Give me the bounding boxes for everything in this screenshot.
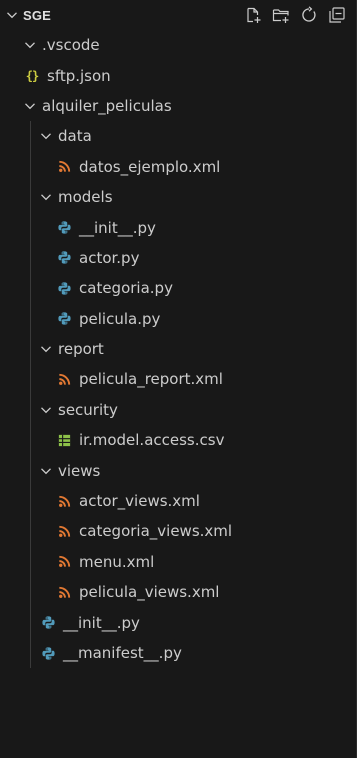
file-item-actor-py[interactable]: actor.py [0,243,356,273]
file-item-pelicula-report-xml[interactable]: pelicula_report.xml [0,364,356,394]
file-name: __init__.py [63,613,140,632]
refresh-button[interactable] [298,4,320,26]
folder-name: data [58,127,92,146]
folder-item-data[interactable]: data [0,121,356,151]
file-name: datos_ejemplo.xml [79,157,221,176]
collapse-all-button[interactable] [326,4,348,26]
file-item-actor-views-xml[interactable]: actor_views.xml [0,486,356,516]
rss-xml-icon [56,159,72,175]
python-file-icon [40,615,56,631]
file-item-ir-model-access-csv[interactable]: ir.model.access.csv [0,425,356,455]
folder-item-vscode[interactable]: .vscode [0,30,356,60]
chevron-down-icon[interactable] [38,463,54,479]
rss-xml-icon [56,584,72,600]
folder-item-alquiler-peliculas[interactable]: alquiler_peliculas [0,91,356,121]
python-file-icon [56,311,72,327]
explorer-actions [242,4,356,26]
indent-guide [30,121,31,669]
file-item-categoria-py[interactable]: categoria.py [0,273,356,303]
file-name: actor_views.xml [79,492,200,511]
new-file-icon [247,7,261,23]
file-item-menu-xml[interactable]: menu.xml [0,547,356,577]
file-item-init-py[interactable]: __init__.py [0,607,356,637]
folder-name: views [58,461,101,480]
folder-name: security [58,400,118,419]
folder-item-views[interactable]: views [0,455,356,485]
python-file-icon [56,280,72,296]
folder-item-report[interactable]: report [0,334,356,364]
folder-name: report [58,340,104,359]
python-file-icon [56,220,72,236]
folder-item-models[interactable]: models [0,182,356,212]
file-name: pelicula_views.xml [79,583,220,602]
workspace-title: SGE [23,7,52,23]
file-tree: .vscode{} sftp.json alquiler_peliculas data… [0,30,356,669]
folder-name: .vscode [42,36,100,55]
table-csv-icon [56,432,72,448]
explorer-section-header[interactable]: SGE [0,0,356,30]
chevron-down-icon[interactable] [38,402,54,418]
json-file-icon: {} [25,68,39,83]
file-name: __manifest__.py [63,644,182,662]
chevron-down-icon[interactable] [22,98,38,114]
file-name: menu.xml [79,552,155,571]
file-item-pelicula-views-xml[interactable]: pelicula_views.xml [0,577,356,607]
file-name: ir.model.access.csv [79,431,225,450]
python-file-icon [56,250,72,266]
chevron-down-icon[interactable] [22,37,38,53]
folder-item-security[interactable]: security [0,395,356,425]
file-item-pelicula-py[interactable]: pelicula.py [0,304,356,334]
file-name: categoria.py [79,279,173,298]
file-item-manifest-py[interactable]: __manifest__.py [0,638,356,668]
file-name: actor.py [79,248,140,267]
collapse-all-icon [329,7,345,23]
file-item-init-py[interactable]: __init__.py [0,212,356,242]
file-name: sftp.json [47,66,111,85]
file-name: __init__.py [79,218,156,237]
chevron-down-icon[interactable] [4,7,20,23]
new-file-button[interactable] [242,4,264,26]
file-name: pelicula_report.xml [79,370,223,389]
explorer-panel: SGE .vscode {} sftp.json alquiler_pelicu… [0,0,357,758]
file-item-sftp-json[interactable]: {} sftp.json [0,60,356,90]
new-folder-button[interactable] [270,4,292,26]
folder-name: alquiler_peliculas [42,96,172,115]
chevron-down-icon[interactable] [38,189,54,205]
new-folder-icon [272,9,289,23]
rss-xml-icon [56,523,72,539]
file-name: pelicula.py [79,309,161,328]
folder-name: models [58,188,113,207]
rss-xml-icon [56,371,72,387]
file-name: categoria_views.xml [79,522,233,541]
refresh-icon [302,6,316,22]
file-item-categoria-views-xml[interactable]: categoria_views.xml [0,516,356,546]
python-file-icon [40,645,56,661]
rss-xml-icon [56,554,72,570]
chevron-down-icon[interactable] [38,341,54,357]
chevron-down-icon[interactable] [38,128,54,144]
rss-xml-icon [56,493,72,509]
file-item-datos-ejemplo-xml[interactable]: datos_ejemplo.xml [0,152,356,182]
